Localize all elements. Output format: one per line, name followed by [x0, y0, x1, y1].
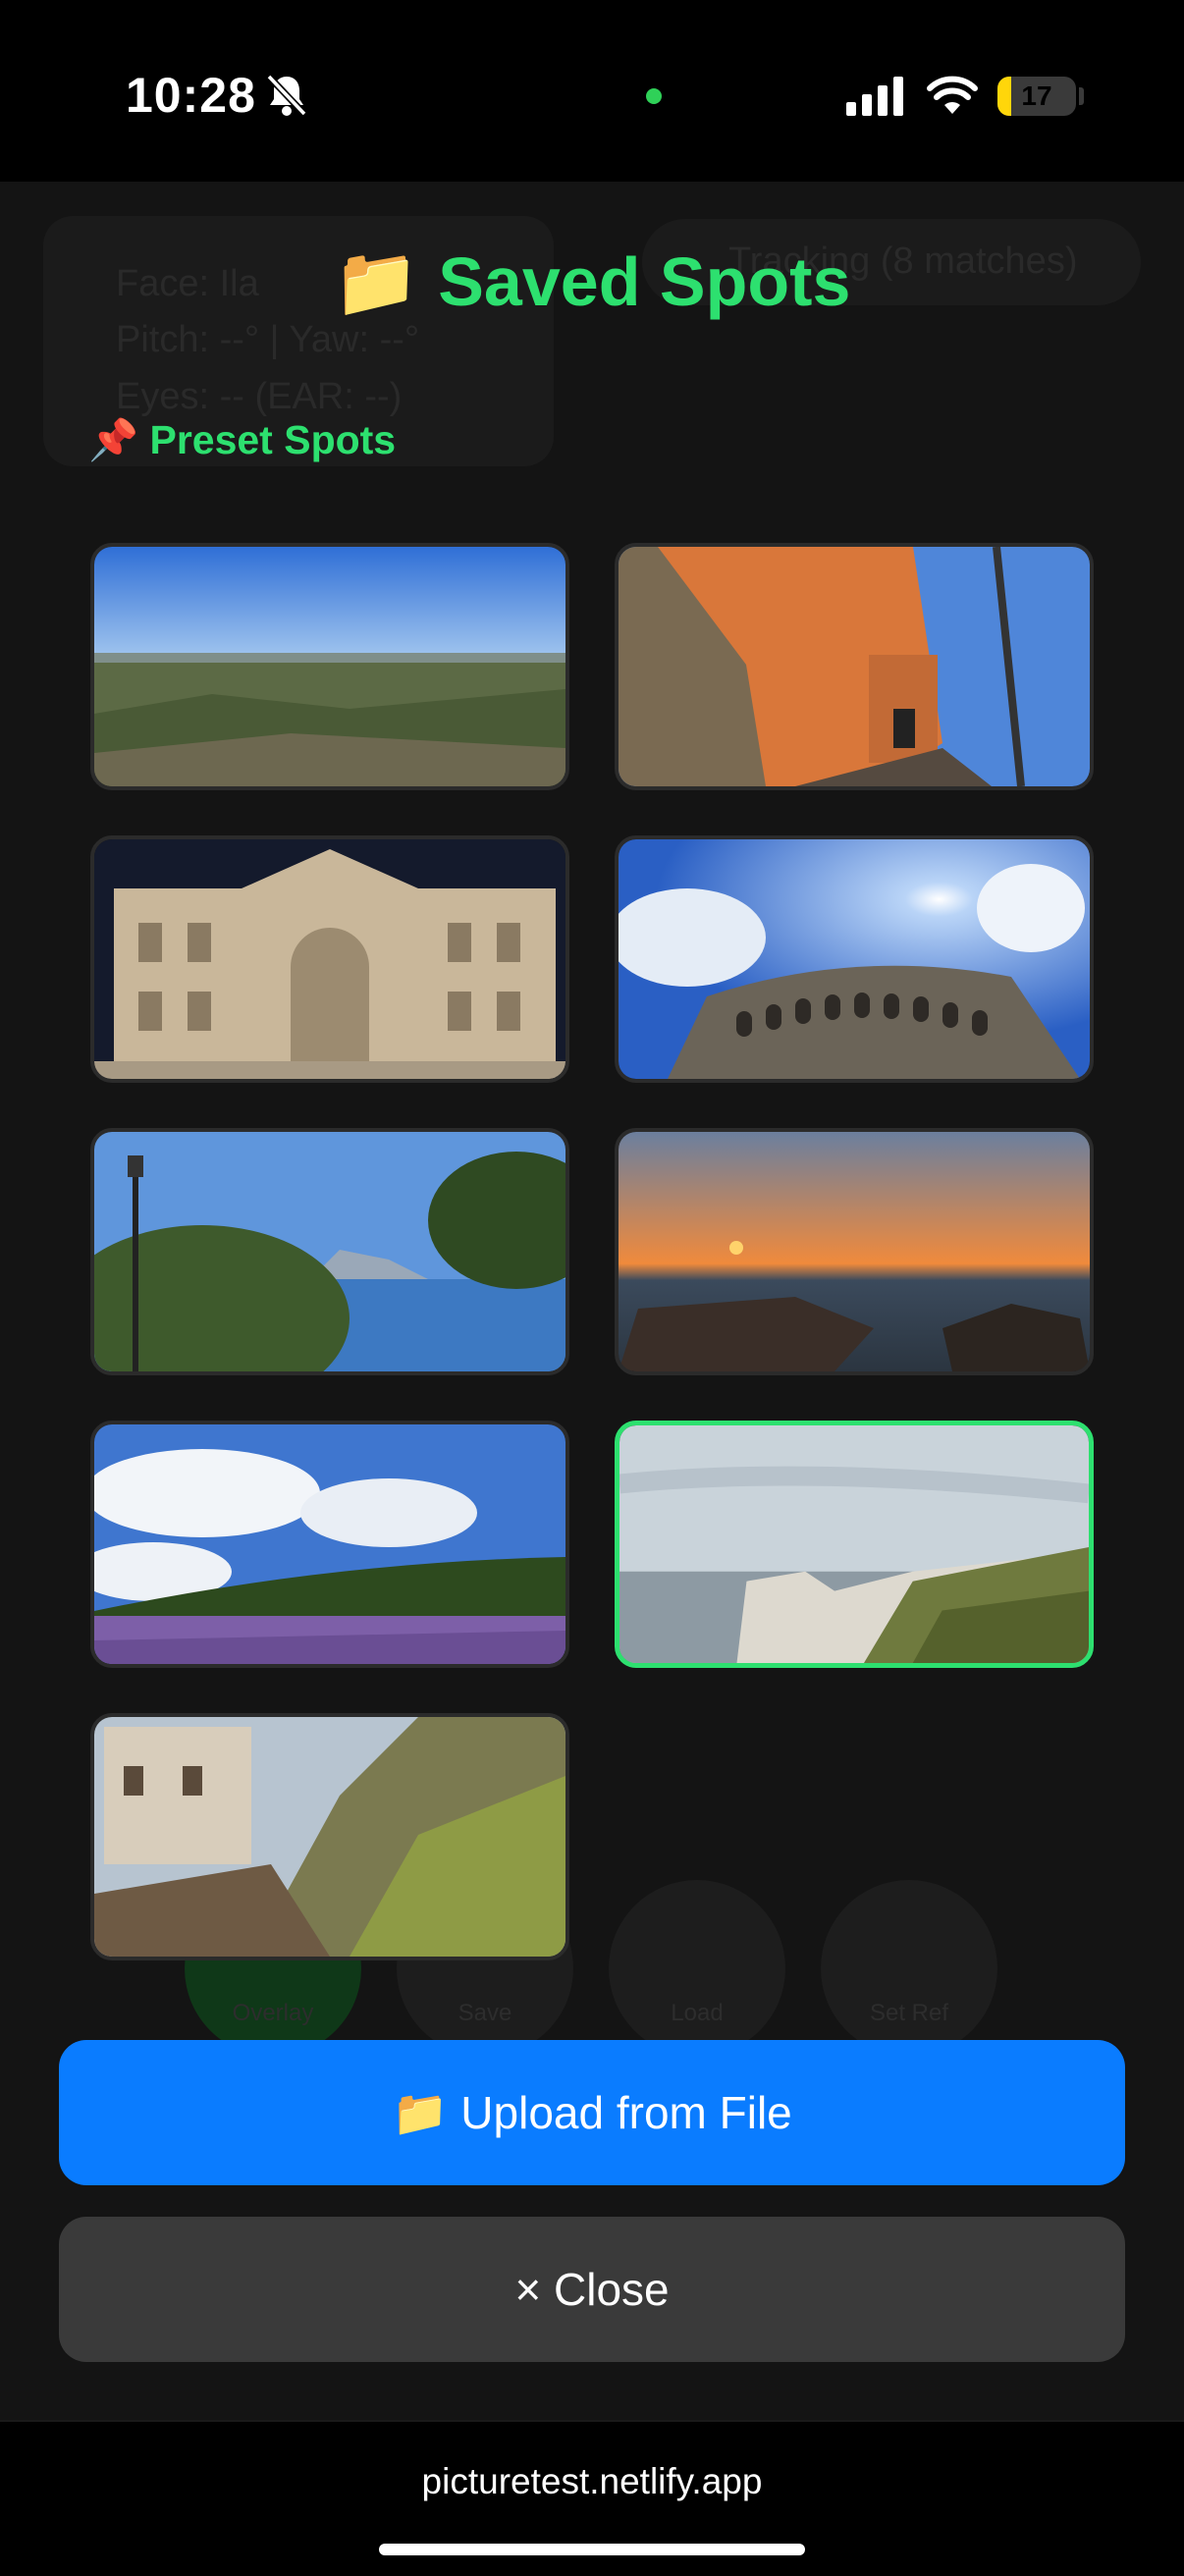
section-label: 📌 Preset Spots [88, 416, 396, 464]
wifi-icon [927, 75, 978, 121]
browser-url: picturetest.netlify.app [421, 2461, 763, 2501]
browser-url-bar[interactable]: picturetest.netlify.app [0, 2420, 1184, 2576]
battery-icon: 17 [997, 77, 1076, 116]
spot-thumbnail-cliff-walkway[interactable] [615, 543, 1094, 790]
battery-tip [1079, 87, 1084, 105]
upload-from-file-label: Upload from File [460, 2087, 792, 2138]
folder-icon: 📁 [333, 242, 419, 322]
spot-thumbnail-white-cliffs[interactable] [615, 1421, 1094, 1668]
pushpin-icon: 📌 [88, 416, 139, 463]
spot-thumbnail-sea-island[interactable] [90, 1128, 569, 1375]
close-button[interactable]: × Close [59, 2217, 1125, 2362]
spot-thumbnail-sunset-sea[interactable] [615, 1128, 1094, 1375]
battery-percent: 17 [1021, 80, 1052, 111]
home-indicator[interactable] [379, 2544, 805, 2555]
camera-in-use-dot [646, 88, 662, 104]
spot-thumbnail-hillside-village[interactable] [90, 1713, 569, 1960]
folder-icon: 📁 [392, 2086, 449, 2139]
status-time: 10:28 [126, 68, 256, 123]
section-label-text: Preset Spots [149, 417, 397, 462]
background-setref-button [821, 1880, 997, 2057]
background-setref-label: Set Ref [869, 2000, 949, 2026]
close-label: × Close [514, 2264, 670, 2315]
upload-from-file-button[interactable]: 📁 Upload from File [59, 2040, 1125, 2185]
background-overlay-label: Overlay [232, 2000, 314, 2026]
modal-title-text: Saved Spots [438, 243, 851, 320]
cellular-signal-icon [846, 77, 905, 121]
background-save-label: Save [457, 2000, 512, 2026]
background-load-label: Load [671, 2000, 724, 2026]
status-bar: 10:28 17 [0, 0, 1184, 182]
spot-thumbnail-lavender-field[interactable] [90, 1421, 569, 1668]
modal-title: 📁 Saved Spots [0, 242, 1184, 323]
background-eyes-line: Eyes: -- (EAR: --) [116, 376, 403, 417]
spot-thumbnail-coastal-plain[interactable] [90, 543, 569, 790]
background-load-button [609, 1880, 785, 2057]
spot-thumbnail-fountain-facade[interactable] [90, 835, 569, 1083]
spot-thumbnail-amphitheater[interactable] [615, 835, 1094, 1083]
background-pitch-line: Pitch: --° | Yaw: --° [116, 319, 420, 360]
bell-slash-icon [265, 73, 308, 123]
